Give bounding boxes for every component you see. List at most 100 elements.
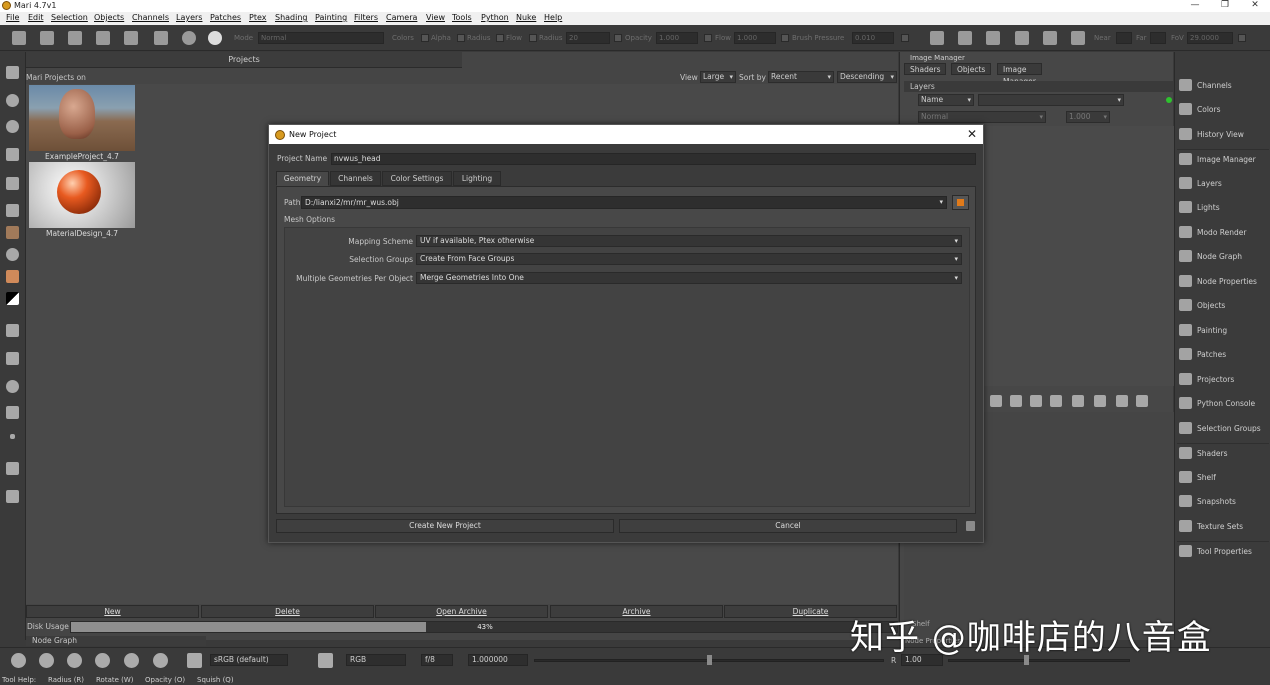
- far-input[interactable]: [1150, 32, 1166, 44]
- layers-filter-select[interactable]: Name: [918, 94, 974, 106]
- dock-item-shelf[interactable]: Shelf: [1177, 468, 1269, 486]
- tab-image-manager[interactable]: Image Manager: [997, 63, 1042, 86]
- delete-project-button[interactable]: Delete: [201, 605, 374, 618]
- cube-tool-icon[interactable]: [6, 324, 19, 337]
- tab-node-graph[interactable]: Node Graph: [26, 636, 206, 646]
- dock-item-colors[interactable]: Colors: [1177, 100, 1269, 118]
- paint-buffer-icon[interactable]: [154, 31, 168, 45]
- menu-camera[interactable]: Camera: [386, 13, 417, 22]
- transform-icon[interactable]: [96, 31, 110, 45]
- project-thumbnail[interactable]: [29, 162, 135, 228]
- move-icon[interactable]: [39, 653, 54, 668]
- dock-item-texture-sets[interactable]: Texture Sets: [1177, 517, 1269, 535]
- minimize-icon[interactable]: —: [1180, 0, 1210, 12]
- selection-groups-select[interactable]: Create From Face Groups: [416, 253, 962, 265]
- menu-python[interactable]: Python: [481, 13, 509, 22]
- help-icon[interactable]: [966, 521, 975, 531]
- dock-item-image-manager[interactable]: Image Manager: [1177, 149, 1269, 167]
- brush-icon[interactable]: [208, 31, 222, 45]
- new-project-button[interactable]: New: [26, 605, 199, 618]
- tab-lighting[interactable]: Lighting: [453, 171, 501, 186]
- open-archive-button[interactable]: Open Archive: [375, 605, 548, 618]
- dock-item-patches[interactable]: Patches: [1177, 345, 1269, 363]
- dock-item-node-properties[interactable]: Node Properties: [1177, 272, 1269, 290]
- menu-tools[interactable]: Tools: [452, 13, 472, 22]
- new-file-icon[interactable]: [12, 31, 26, 45]
- dock-item-objects[interactable]: Objects: [1177, 296, 1269, 314]
- archive-button[interactable]: Archive: [550, 605, 723, 618]
- grid-tool-icon[interactable]: [6, 148, 19, 161]
- project-thumbnail[interactable]: [29, 85, 135, 151]
- multiple-geometries-select[interactable]: Merge Geometries Into One: [416, 272, 962, 284]
- crop-tool-icon[interactable]: [6, 177, 19, 190]
- dot-tool-icon[interactable]: [10, 434, 15, 439]
- view-select[interactable]: Large: [700, 71, 736, 83]
- flow-checkbox[interactable]: [496, 34, 504, 42]
- radius-input[interactable]: 20: [566, 32, 610, 44]
- add-group-icon[interactable]: [1050, 395, 1062, 407]
- browse-folder-icon[interactable]: [952, 195, 969, 210]
- sphere-tool-icon[interactable]: [6, 380, 19, 393]
- add-adjustment-icon[interactable]: [1010, 395, 1022, 407]
- dock-item-shaders[interactable]: Shaders: [1177, 443, 1269, 461]
- near-input[interactable]: [1116, 32, 1132, 44]
- menu-shading[interactable]: Shading: [275, 13, 308, 22]
- exposure-slider-handle[interactable]: [707, 655, 712, 665]
- cancel-button[interactable]: Cancel: [619, 519, 957, 533]
- rotate-tool-icon[interactable]: [6, 248, 19, 261]
- paint-through-icon[interactable]: [124, 31, 138, 45]
- sort-select[interactable]: Recent: [768, 71, 834, 83]
- dock-item-selection-groups[interactable]: Selection Groups: [1177, 419, 1269, 437]
- dock-item-snapshots[interactable]: Snapshots: [1177, 492, 1269, 510]
- arrow-down-icon[interactable]: [67, 653, 82, 668]
- menu-channels[interactable]: Channels: [132, 13, 169, 22]
- dock-item-lights[interactable]: Lights: [1177, 198, 1269, 216]
- dock-item-python-console[interactable]: Python Console: [1177, 394, 1269, 412]
- select-tool-icon[interactable]: [6, 66, 19, 79]
- triangle-icon[interactable]: [187, 653, 202, 668]
- camera-ortho-icon[interactable]: [958, 31, 972, 45]
- layers-tool-icon[interactable]: [6, 352, 19, 365]
- colorspace-select[interactable]: sRGB (default): [210, 654, 288, 666]
- color-swap-icon[interactable]: [6, 292, 19, 305]
- dock-item-tool-properties[interactable]: Tool Properties: [1177, 541, 1269, 559]
- mode-select[interactable]: Normal: [258, 32, 384, 44]
- move-all-icon[interactable]: [124, 653, 139, 668]
- layers-filter-input[interactable]: [978, 94, 1124, 106]
- mask-icon[interactable]: [1072, 395, 1084, 407]
- alpha-checkbox[interactable]: [421, 34, 429, 42]
- menu-edit[interactable]: Edit: [28, 13, 44, 22]
- scale-icon[interactable]: [153, 653, 168, 668]
- dock-item-projectors[interactable]: Projectors: [1177, 370, 1269, 388]
- foreground-color-icon[interactable]: [6, 270, 19, 283]
- menu-filters[interactable]: Filters: [354, 13, 378, 22]
- undo-icon[interactable]: [11, 653, 26, 668]
- create-new-project-button[interactable]: Create New Project: [276, 519, 614, 533]
- grid-layer-icon[interactable]: [1136, 395, 1148, 407]
- close-icon[interactable]: ✕: [967, 127, 977, 141]
- radius-checkbox[interactable]: [457, 34, 465, 42]
- camera-uv-icon[interactable]: [986, 31, 1000, 45]
- dock-item-modo-render[interactable]: Modo Render: [1177, 223, 1269, 241]
- menu-file[interactable]: File: [6, 13, 19, 22]
- transform-tool-icon[interactable]: [6, 462, 19, 475]
- brush-pressure-input[interactable]: 0.010: [852, 32, 894, 44]
- paint-tool-icon[interactable]: [6, 204, 19, 217]
- fov-slider-handle[interactable]: [1238, 34, 1246, 42]
- menu-painting[interactable]: Painting: [315, 13, 347, 22]
- navigate-tool-icon[interactable]: [6, 94, 19, 107]
- exposure-input[interactable]: 1.000000: [468, 654, 528, 666]
- flow-enable-checkbox[interactable]: [704, 34, 712, 42]
- layer-opacity-input[interactable]: 1.000: [1066, 111, 1110, 123]
- project-name-input[interactable]: nvwus_head: [331, 153, 976, 165]
- copy-tool-icon[interactable]: [6, 490, 19, 503]
- dock-item-layers[interactable]: Layers: [1177, 174, 1269, 192]
- menu-selection[interactable]: Selection: [51, 13, 88, 22]
- path-input[interactable]: D:/lianxi2/mr/mr_wus.obj: [301, 196, 947, 209]
- copy-layer-icon[interactable]: [1116, 395, 1128, 407]
- camera-perspective-icon[interactable]: [930, 31, 944, 45]
- blend-mode-select[interactable]: Normal: [918, 111, 1046, 123]
- opacity-checkbox[interactable]: [614, 34, 622, 42]
- menu-layers[interactable]: Layers: [176, 13, 202, 22]
- menu-help[interactable]: Help: [544, 13, 562, 22]
